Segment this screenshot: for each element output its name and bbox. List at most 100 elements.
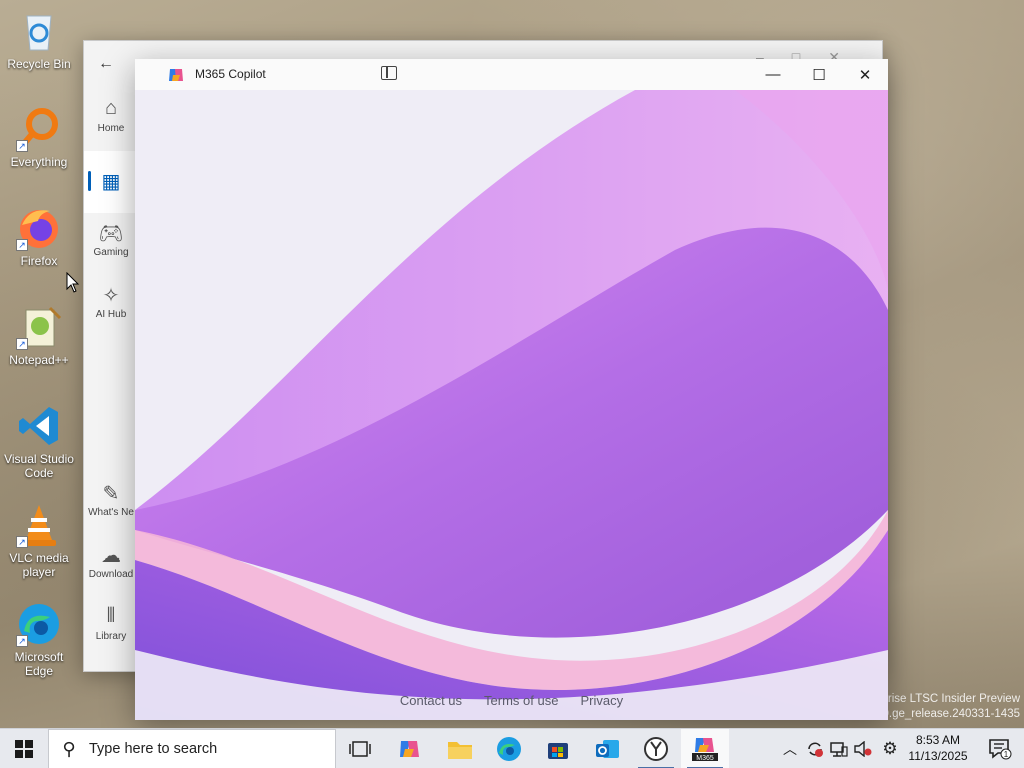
library-icon: ⫴ — [106, 605, 116, 627]
notepad-plus-plus-icon: ↗ — [16, 304, 62, 350]
splash-wave-graphic — [135, 90, 888, 720]
recycle-bin-icon — [16, 8, 62, 54]
clock-time: 8:53 AM — [915, 733, 961, 747]
gamepad-icon: 🎮︎ — [98, 223, 124, 245]
desktop-icon-label: Visual Studio Code — [4, 452, 74, 480]
store-nav-apps[interactable]: ▦ — [84, 151, 138, 213]
shortcut-arrow-icon: ↗ — [16, 239, 28, 251]
desktop-icon-label: Recycle Bin — [7, 57, 71, 71]
desktop-icon-everything[interactable]: ↗ Everything — [2, 106, 76, 169]
taskbar-clock-app[interactable] — [632, 729, 680, 768]
taskbar-microsoft-store[interactable] — [534, 729, 582, 768]
shortcut-arrow-icon: ↗ — [16, 338, 28, 350]
shortcut-arrow-icon: ↗ — [16, 635, 28, 647]
store-nav-label: Home — [97, 123, 125, 134]
show-hidden-icons-button[interactable]: ︿ — [778, 729, 802, 768]
taskbar-m365-copilot[interactable]: M365 — [681, 729, 729, 768]
taskbar-copilot[interactable] — [386, 729, 434, 768]
taskbar-outlook[interactable] — [583, 729, 631, 768]
back-arrow-icon[interactable]: ← — [98, 55, 114, 73]
task-view-icon — [349, 741, 371, 757]
desktop-icon-vscode[interactable]: Visual Studio Code — [2, 403, 76, 480]
search-icon: ⚲ — [62, 738, 76, 759]
network-icon — [830, 742, 848, 757]
outlook-icon — [596, 740, 619, 758]
file-explorer-icon — [448, 742, 472, 759]
contact-us-link[interactable]: Contact us — [400, 693, 462, 708]
chevron-up-icon: ︿ — [783, 741, 797, 757]
edge-icon — [497, 737, 521, 761]
clock-date: 11/13/2025 — [908, 749, 968, 763]
desktop-icon-label: Microsoft Edge — [14, 650, 64, 678]
vlc-icon: ↗ — [16, 502, 62, 548]
desktop-icon-label: Firefox — [20, 254, 58, 268]
copilot-logo-icon — [167, 66, 185, 84]
store-nav-gaming[interactable]: 🎮︎ Gaming — [84, 213, 138, 275]
desktop-icon-firefox[interactable]: ↗ Firefox — [2, 205, 76, 268]
tray-settings[interactable]: ⚙ — [878, 729, 902, 768]
download-icon: ☁ — [101, 545, 121, 567]
watermark-line-2: 0.ge_release.240331-1435 — [882, 708, 1020, 720]
windows-logo-icon — [15, 740, 33, 758]
action-center-button[interactable]: 1 — [980, 729, 1020, 768]
store-nav-whats-new[interactable]: ✎ What's Ne — [84, 473, 138, 535]
close-button[interactable]: ✕ — [842, 59, 888, 90]
store-nav-label: AI Hub — [95, 309, 127, 320]
m365-copilot-window[interactable]: M365 Copilot — ☐ ✕ Contact us Terms of u… — [135, 59, 888, 720]
sparkle-icon: ✧ — [102, 285, 120, 307]
sidebar-toggle-icon[interactable] — [381, 66, 397, 80]
taskbar-edge[interactable] — [485, 729, 533, 768]
notification-count: 1 — [1004, 750, 1009, 759]
maximize-button[interactable]: ☐ — [796, 59, 842, 90]
minimize-button[interactable]: — — [750, 59, 796, 90]
store-nav-label: Library — [95, 631, 127, 642]
store-nav-label: What's Ne — [88, 507, 134, 518]
store-nav-ai-hub[interactable]: ✧ AI Hub — [84, 275, 138, 337]
desktop-icon-vlc[interactable]: ↗ VLC media player — [2, 502, 76, 579]
sync-error-icon — [808, 742, 823, 757]
desktop-icon-recycle-bin[interactable]: Recycle Bin — [2, 8, 76, 71]
start-button[interactable] — [0, 729, 48, 768]
mouse-cursor-icon — [66, 272, 80, 293]
shortcut-arrow-icon: ↗ — [16, 140, 28, 152]
task-view-button[interactable] — [336, 729, 384, 768]
copilot-titlebar[interactable]: M365 Copilot — ☐ ✕ — [135, 59, 888, 90]
everything-search-icon: ↗ — [16, 106, 62, 152]
window-title: M365 Copilot — [195, 67, 266, 81]
store-nav-downloads[interactable]: ☁ Download — [84, 535, 138, 597]
vscode-icon — [16, 403, 62, 449]
desktop-icon-label: Everything — [10, 155, 68, 169]
tray-sync-status[interactable] — [804, 729, 826, 768]
search-placeholder: Type here to search — [89, 741, 218, 757]
firefox-icon: ↗ — [16, 205, 62, 251]
privacy-link[interactable]: Privacy — [580, 693, 623, 708]
copilot-splash: Contact us Terms of use Privacy — [135, 90, 888, 720]
apps-icon: ▦ — [101, 171, 121, 193]
taskbar-clock[interactable]: 8:53 AM 11/13/2025 — [902, 732, 974, 764]
store-nav-home[interactable]: ⌂ Home — [84, 89, 138, 151]
watermark-line-1: rise LTSC Insider Preview — [887, 693, 1020, 705]
os-watermark: rise LTSC Insider Preview 0.ge_release.2… — [880, 692, 1020, 722]
taskbar-file-explorer[interactable] — [436, 729, 484, 768]
clock-app-icon — [644, 737, 668, 761]
edge-icon: ↗ — [16, 601, 62, 647]
store-sidebar: ⌂ Home ▦ 🎮︎ Gaming ✧ AI Hub ✎ What's Ne … — [84, 89, 138, 659]
store-nav-label: Gaming — [93, 247, 129, 258]
whats-new-icon: ✎ — [102, 483, 120, 505]
desktop-icon-label: VLC media player — [9, 551, 69, 579]
store-nav-library[interactable]: ⫴ Library — [84, 597, 138, 659]
store-nav-label: Download — [88, 569, 134, 580]
shortcut-arrow-icon: ↗ — [16, 536, 28, 548]
terms-of-use-link[interactable]: Terms of use — [484, 693, 558, 708]
desktop-icon-label: Notepad++ — [9, 353, 69, 367]
taskbar-search-box[interactable]: ⚲ Type here to search — [48, 729, 336, 768]
m365-badge: M365 — [696, 755, 714, 762]
desktop-icon-notepad-plus-plus[interactable]: ↗ Notepad++ — [2, 304, 76, 367]
m365-icon: M365 — [692, 738, 718, 762]
tray-network[interactable] — [828, 729, 850, 768]
desktop-icon-edge[interactable]: ↗ Microsoft Edge — [2, 601, 76, 678]
tray-volume[interactable] — [852, 729, 874, 768]
microsoft-store-icon — [548, 743, 568, 759]
notification-icon: 1 — [989, 739, 1012, 760]
copilot-icon — [400, 741, 419, 757]
